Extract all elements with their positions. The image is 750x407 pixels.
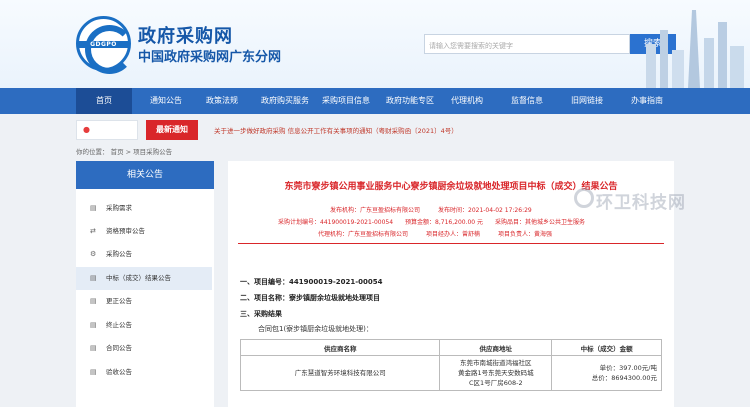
gdgpo-logo[interactable]: GDGPO	[76, 16, 134, 74]
sidebar-heading: 相关公告	[76, 161, 214, 189]
notice-link[interactable]: 关于进一步做好政府采购 信息公开工作有关事项的通知（粤财采购函〔2021〕4号）	[214, 125, 458, 135]
sidebar-item-correction[interactable]: ▤ 更正公告	[76, 290, 212, 313]
nav-notices[interactable]: 通知公告	[138, 88, 194, 114]
sidebar-item-acceptance[interactable]: ▤ 验收公告	[76, 361, 212, 384]
list-icon: ▤	[90, 321, 97, 329]
meta-publisher: 发布机构：广东亘盈招标有限公司 发布时间：2021-04-02 17:26:29	[330, 207, 532, 214]
site-subtitle: 中国政府采购网广东分网	[138, 50, 282, 65]
nav-agencies[interactable]: 代理机构	[440, 88, 494, 114]
nav-procurement-info[interactable]: 采购项目信息	[316, 88, 376, 114]
site-title[interactable]: 政府采购网	[138, 22, 233, 48]
nav-policies[interactable]: 政策法规	[194, 88, 250, 114]
list-icon: ▤	[90, 274, 97, 282]
unit-price: 单价：397.00元/吨	[599, 364, 657, 372]
gear-icon: ⚙	[90, 250, 97, 258]
nav-gov-services[interactable]: 政府购买服务	[254, 88, 316, 114]
nav-gov-zone[interactable]: 政府功能专区	[380, 88, 440, 114]
main-nav: 首页 通知公告 政策法规 政府购买服务 采购项目信息 政府功能专区 代理机构 监…	[0, 88, 750, 114]
sidebar-item-label: 中标（成交）结果公告	[106, 274, 171, 282]
watermark-text: 环卫科技网	[596, 193, 686, 213]
table-header-row: 供应商名称 供应商地址 中标（成交）金额	[239, 339, 662, 356]
list-icon: ▤	[90, 368, 97, 376]
title-divider	[238, 243, 664, 244]
meta-plan: 采购计划编号：441900019-2021-00054 预算金额：8,716,2…	[278, 219, 586, 226]
sidebar-item-label: 资格预审公告	[106, 227, 145, 235]
document-icon: ▤	[90, 204, 97, 212]
sidebar-item-label: 采购公告	[106, 250, 132, 258]
sidebar-item-label: 终止公告	[106, 321, 132, 329]
sidebar-item-label: 验收公告	[106, 368, 132, 376]
sidebar-item-contract[interactable]: ▤ 合同公告	[76, 337, 212, 360]
sidebar-item-prequalification[interactable]: ⇄ 资格预审公告	[76, 220, 212, 243]
nav-supervision[interactable]: 监督信息	[500, 88, 554, 114]
sidebar-item-procurement[interactable]: ⚙ 采购公告	[76, 243, 212, 266]
section-result: 三、采购结果	[240, 310, 282, 318]
notice-bar: ● 最新通知 关于进一步做好政府采购 信息公开工作有关事项的通知（粤财采购函〔2…	[76, 120, 674, 140]
meta-agency: 代理机构：广东亘盈招标有限公司 项目经办人：曾舒楠 项目负责人：黄海强	[318, 231, 553, 238]
list-icon: ▤	[90, 344, 97, 352]
contract-package: 合同包1(寮步镇厨余垃圾就地处理)：	[258, 325, 373, 333]
related-notices-sidebar: 相关公告 ▤ 采购需求 ⇄ 资格预审公告 ⚙ 采购公告 ▤ 中标（成交）结果公告 ▤ 更正…	[76, 161, 214, 407]
address-line: C区1号厂房608-2	[469, 379, 523, 387]
sidebar-item-requirements[interactable]: ▤ 采购需求	[76, 197, 212, 220]
logo-text: GDGPO	[79, 41, 128, 48]
list-icon: ▤	[90, 297, 97, 305]
breadcrumb: 你的位置： 首页 > 项目采购公告	[76, 148, 173, 156]
sidebar-item-label: 采购需求	[106, 204, 132, 212]
search-input[interactable]: 请输入您需要搜索的关键字	[424, 34, 630, 54]
nav-old-site[interactable]: 旧网链接	[560, 88, 614, 114]
nav-guide[interactable]: 办事指南	[620, 88, 674, 114]
supplier-address: 东莞市南城街道鸿福社区 黄金路1号东莞天安数码城 C区1号厂房608-2	[439, 355, 553, 391]
col-amount: 中标（成交）金额	[551, 339, 662, 356]
watermark-icon	[574, 188, 594, 208]
section-project-number: 一、项目编号：441900019-2021-00054	[240, 278, 383, 286]
col-address: 供应商地址	[439, 339, 553, 356]
award-amount: 单价：397.00元/吨 总价：8694300.00元	[551, 355, 662, 391]
city-skyline-image	[646, 10, 744, 88]
location-selector[interactable]: ●	[76, 120, 138, 140]
latest-notice-tag: 最新通知	[146, 120, 198, 140]
address-line: 东莞市南城街道鸿福社区	[460, 359, 532, 367]
table-row: 广东慧道智芳环境科技有限公司 东莞市南城街道鸿福社区 黄金路1号东莞天安数码城 …	[239, 355, 662, 391]
section-project-name: 二、项目名称：寮步镇厨余垃圾就地处理项目	[240, 294, 380, 302]
site-header: GDGPO 政府采购网 中国政府采购网广东分网 请输入您需要搜索的关键字 搜索	[0, 0, 750, 88]
sidebar-item-label: 合同公告	[106, 344, 132, 352]
nav-home[interactable]: 首页	[76, 88, 132, 114]
supplier-name: 广东慧道智芳环境科技有限公司	[239, 355, 441, 391]
sidebar-item-label: 更正公告	[106, 297, 132, 305]
sidebar-item-award-result[interactable]: ▤ 中标（成交）结果公告	[76, 267, 212, 290]
result-table: 供应商名称 供应商地址 中标（成交）金额 广东慧道智芳环境科技有限公司 东莞市南…	[239, 339, 662, 391]
address-line: 黄金路1号东莞天安数码城	[457, 369, 534, 377]
location-pin-icon: ●	[83, 125, 90, 134]
exchange-icon: ⇄	[90, 227, 96, 235]
col-supplier: 供应商名称	[239, 339, 441, 356]
total-price: 总价：8694300.00元	[591, 374, 657, 382]
sidebar-item-termination[interactable]: ▤ 终止公告	[76, 314, 212, 337]
